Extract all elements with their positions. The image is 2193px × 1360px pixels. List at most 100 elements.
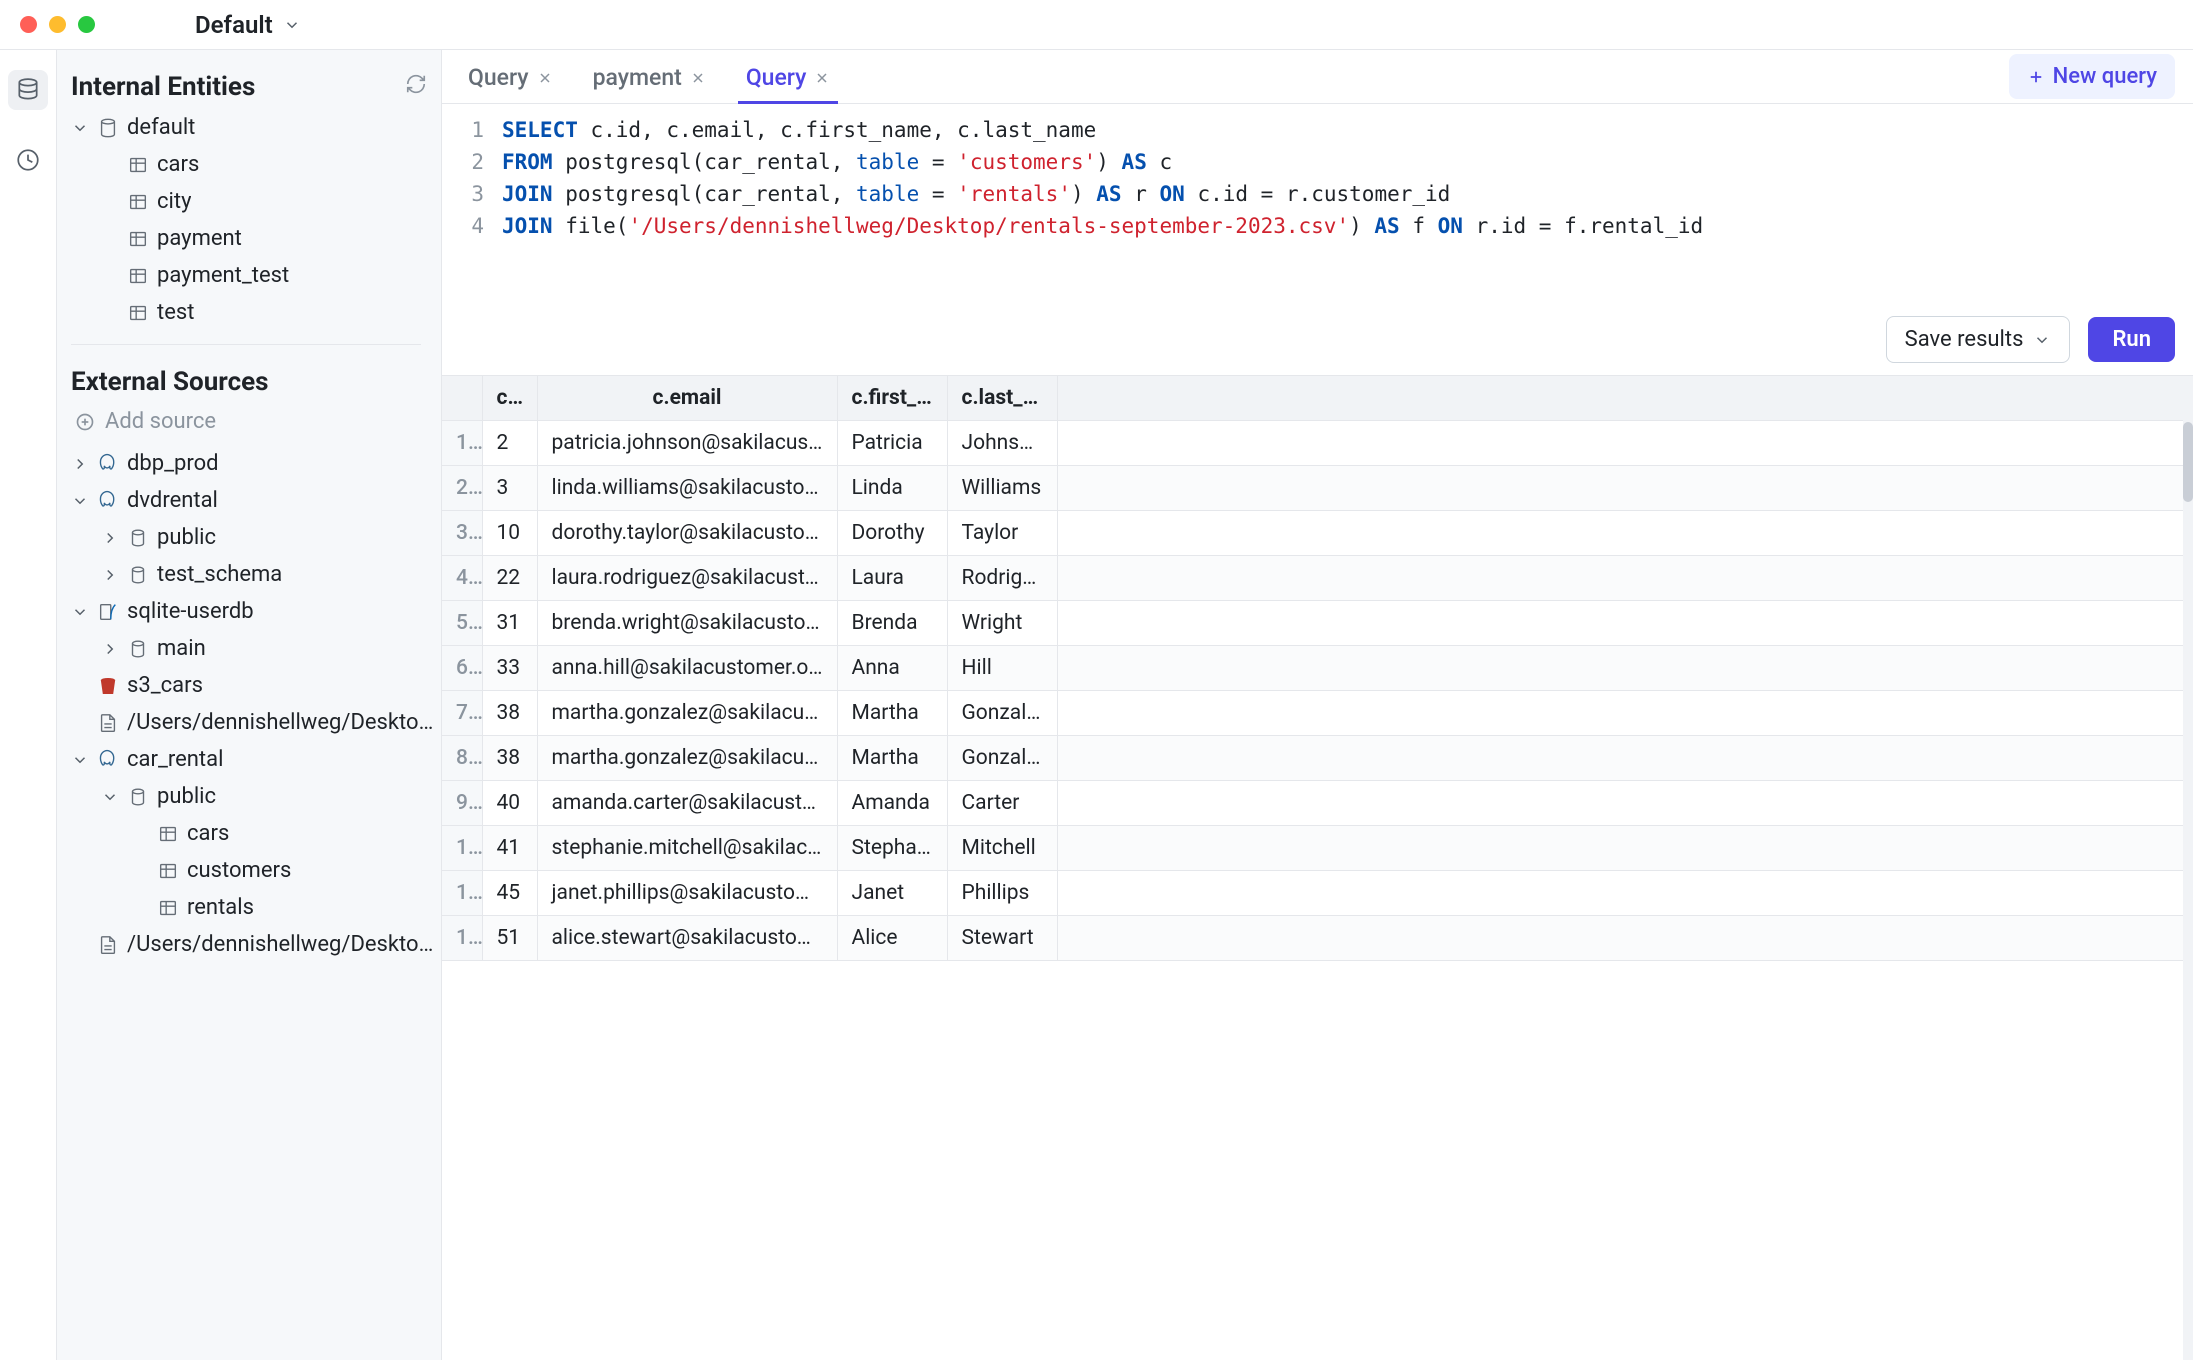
save-results-button[interactable]: Save results bbox=[1886, 316, 2071, 363]
code-line: FROM postgresql(car_rental, table = 'cus… bbox=[502, 146, 2181, 178]
cell: alice.stewart@sakilacustomer.org bbox=[537, 916, 837, 961]
sql-editor[interactable]: 1234 SELECT c.id, c.email, c.first_name,… bbox=[442, 104, 2193, 304]
cell: Dorothy bbox=[837, 511, 947, 556]
add-source-button[interactable]: Add source bbox=[71, 405, 441, 446]
sidebar: Internal Entities defaultcarscitypayment… bbox=[57, 50, 442, 1360]
line-number: 1 bbox=[442, 114, 484, 146]
results-scrollbar-thumb[interactable] bbox=[2183, 422, 2193, 502]
internal-entities-header: Internal Entities bbox=[71, 64, 441, 110]
row-number: 11 bbox=[442, 871, 482, 916]
column-header[interactable]: c.email bbox=[537, 376, 837, 421]
external-node-pg[interactable]: dbp_prod bbox=[71, 446, 441, 481]
node-label: cars bbox=[187, 821, 229, 846]
line-number: 2 bbox=[442, 146, 484, 178]
tab-payment[interactable]: payment bbox=[585, 64, 714, 103]
rail-history-button[interactable] bbox=[8, 140, 48, 180]
close-icon[interactable] bbox=[537, 70, 553, 86]
cell: Alice bbox=[837, 916, 947, 961]
cell: 31 bbox=[482, 601, 537, 646]
table-icon bbox=[127, 302, 149, 324]
database-icon bbox=[15, 77, 41, 103]
file-icon bbox=[97, 712, 119, 734]
external-node-s3[interactable]: s3_cars bbox=[71, 668, 441, 703]
run-button[interactable]: Run bbox=[2088, 317, 2175, 362]
table-row[interactable]: 23linda.williams@sakilacustomer.orgLinda… bbox=[442, 466, 2193, 511]
results-scrollbar-track[interactable] bbox=[2183, 376, 2193, 1360]
external-node-file[interactable]: /Users/dennishellweg/Desktop/rentals-sep… bbox=[71, 927, 441, 962]
file-icon bbox=[97, 934, 119, 956]
database-icon bbox=[97, 117, 119, 139]
tab-query[interactable]: Query bbox=[460, 64, 561, 103]
close-icon[interactable] bbox=[690, 70, 706, 86]
table-row[interactable]: 422laura.rodriguez@sakilacustomer.orgLau… bbox=[442, 556, 2193, 601]
table-row[interactable]: 1145janet.phillips@sakilacustomer.orgJan… bbox=[442, 871, 2193, 916]
minimize-window-icon[interactable] bbox=[49, 16, 66, 33]
close-icon[interactable] bbox=[814, 70, 830, 86]
new-query-button[interactable]: New query bbox=[2009, 54, 2175, 99]
cell-spacer bbox=[1057, 916, 2193, 961]
maximize-window-icon[interactable] bbox=[78, 16, 95, 33]
table-row[interactable]: 1041stephanie.mitchell@sakilacustomer.or… bbox=[442, 826, 2193, 871]
node-label: test bbox=[157, 300, 194, 325]
cell: martha.gonzalez@sakilacustomer.org bbox=[537, 691, 837, 736]
node-label: /Users/dennishellweg/Desktop/rentals-sep… bbox=[127, 932, 437, 957]
table-row[interactable]: 633anna.hill@sakilacustomer.orgAnnaHill bbox=[442, 646, 2193, 691]
external-node-schema[interactable]: main bbox=[71, 631, 441, 666]
cell: linda.williams@sakilacustomer.org bbox=[537, 466, 837, 511]
external-node-table[interactable]: rentals bbox=[71, 890, 441, 925]
cell: Wright bbox=[947, 601, 1057, 646]
table-row[interactable]: 531brenda.wright@sakilacustomer.orgBrend… bbox=[442, 601, 2193, 646]
rail-database-button[interactable] bbox=[8, 70, 48, 110]
table-row[interactable]: 1251alice.stewart@sakilacustomer.orgAlic… bbox=[442, 916, 2193, 961]
internal-db-root[interactable]: default bbox=[71, 110, 441, 145]
cell-spacer bbox=[1057, 871, 2193, 916]
column-spacer bbox=[1057, 376, 2193, 421]
external-node-pg[interactable]: dvdrental bbox=[71, 483, 441, 518]
refresh-icon bbox=[405, 73, 427, 95]
cell: laura.rodriguez@sakilacustomer.org bbox=[537, 556, 837, 601]
cell: martha.gonzalez@sakilacustomer.org bbox=[537, 736, 837, 781]
workspace-selector[interactable]: Default bbox=[195, 11, 301, 39]
external-node-schema[interactable]: public bbox=[71, 779, 441, 814]
results-panel[interactable]: c.idc.emailc.first_namec.last_name 12pat… bbox=[442, 375, 2193, 1360]
table-row[interactable]: 310dorothy.taylor@sakilacustomer.orgDoro… bbox=[442, 511, 2193, 556]
chevron-down-icon bbox=[71, 492, 89, 510]
cell-spacer bbox=[1057, 826, 2193, 871]
internal-table-item[interactable]: city bbox=[71, 184, 441, 219]
cell-spacer bbox=[1057, 781, 2193, 826]
refresh-button[interactable] bbox=[405, 72, 427, 102]
external-node-schema[interactable]: public bbox=[71, 520, 441, 555]
table-row[interactable]: 940amanda.carter@sakilacustomer.orgAmand… bbox=[442, 781, 2193, 826]
cell: Williams bbox=[947, 466, 1057, 511]
chevron-right-icon bbox=[101, 529, 119, 547]
node-label: s3_cars bbox=[127, 673, 203, 698]
cell: Brenda bbox=[837, 601, 947, 646]
window-controls bbox=[20, 16, 95, 33]
chevron-down-icon bbox=[283, 16, 301, 34]
close-window-icon[interactable] bbox=[20, 16, 37, 33]
table-row[interactable]: 838martha.gonzalez@sakilacustomer.orgMar… bbox=[442, 736, 2193, 781]
internal-table-item[interactable]: test bbox=[71, 295, 441, 330]
column-header[interactable]: c.first_name bbox=[837, 376, 947, 421]
external-node-sqlite[interactable]: sqlite-userdb bbox=[71, 594, 441, 629]
add-source-label: Add source bbox=[105, 409, 216, 434]
row-number: 7 bbox=[442, 691, 482, 736]
table-row[interactable]: 12patricia.johnson@sakilacustomer.orgPat… bbox=[442, 421, 2193, 466]
column-header[interactable]: c.last_name bbox=[947, 376, 1057, 421]
cell: 38 bbox=[482, 736, 537, 781]
external-node-file[interactable]: /Users/dennishellweg/Desktop/emails.csv bbox=[71, 705, 441, 740]
row-number: 1 bbox=[442, 421, 482, 466]
table-row[interactable]: 738martha.gonzalez@sakilacustomer.orgMar… bbox=[442, 691, 2193, 736]
internal-table-item[interactable]: payment_test bbox=[71, 258, 441, 293]
internal-table-item[interactable]: cars bbox=[71, 147, 441, 182]
external-tree: dbp_proddvdrentalpublictest_schemasqlite… bbox=[71, 446, 441, 962]
internal-table-item[interactable]: payment bbox=[71, 221, 441, 256]
editor-code[interactable]: SELECT c.id, c.email, c.first_name, c.la… bbox=[502, 114, 2193, 304]
workspace-name: Default bbox=[195, 11, 273, 39]
column-header[interactable]: c.id bbox=[482, 376, 537, 421]
external-node-table[interactable]: customers bbox=[71, 853, 441, 888]
external-node-table[interactable]: cars bbox=[71, 816, 441, 851]
external-node-schema[interactable]: test_schema bbox=[71, 557, 441, 592]
tab-query[interactable]: Query bbox=[738, 64, 839, 103]
external-node-pg[interactable]: car_rental bbox=[71, 742, 441, 777]
